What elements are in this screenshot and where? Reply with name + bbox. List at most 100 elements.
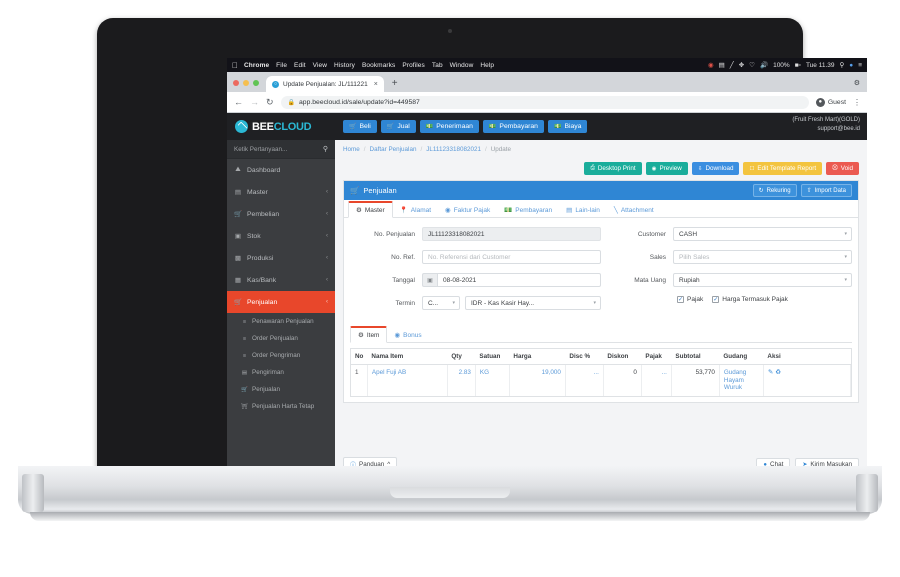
- field-tanggal: Tanggal ▣ 08-08-2021: [350, 273, 601, 287]
- tab-pembayaran-label: Pembayaran: [515, 206, 553, 214]
- termin-select[interactable]: C... ▾: [422, 296, 460, 310]
- address-bar[interactable]: 🔒 app.beecloud.id/sale/update?id=449587: [280, 95, 809, 109]
- harga-termasuk-pajak-checkbox[interactable]: ✓ Harga Termasuk Pajak: [712, 296, 788, 303]
- rekuring-button[interactable]: ↻ Rekuring: [752, 184, 797, 197]
- sidebar-subitem-penawaran-penjualan[interactable]: ≡ Penawaran Penjualan: [227, 313, 335, 330]
- cell-disc-persen[interactable]: ...: [565, 364, 604, 396]
- edit-template-report-button[interactable]: ☐ Edit Template Report: [743, 162, 823, 175]
- menu-item-history[interactable]: History: [334, 62, 355, 69]
- menu-item-view[interactable]: View: [313, 62, 327, 69]
- tab-attachment[interactable]: ╲ Attachment: [607, 203, 661, 217]
- customer-select[interactable]: CASH ▾: [673, 227, 852, 241]
- sidebar-search[interactable]: Ketik Pertanyaan... ⚲: [227, 140, 335, 159]
- tab-pembayaran[interactable]: 💵 Pembayaran: [497, 203, 559, 217]
- sidebar-item-kas-bank[interactable]: ▦ Kas/Bank ‹: [227, 269, 335, 291]
- cell-pajak[interactable]: ...: [641, 364, 672, 396]
- menu-item-chrome[interactable]: Chrome: [244, 62, 269, 69]
- breadcrumb-home[interactable]: Home: [343, 146, 360, 153]
- tab-alamat[interactable]: 📍 Alamat: [393, 203, 438, 217]
- menu-item-help[interactable]: Help: [480, 62, 494, 69]
- sidebar-item-master[interactable]: ▤ Master ‹: [227, 181, 335, 203]
- sidebar-item-stok[interactable]: ▣ Stok ‹: [227, 225, 335, 247]
- menu-item-tab[interactable]: Tab: [432, 62, 443, 69]
- settings-icon[interactable]: ⚙: [854, 79, 860, 87]
- topnav-beli-label: Beli: [359, 123, 371, 130]
- chevron-left-icon: ‹: [326, 299, 328, 305]
- preview-button[interactable]: ◉ Preview: [645, 162, 688, 175]
- breadcrumb-document[interactable]: JL11123318082021: [426, 146, 481, 153]
- void-button[interactable]: ⛒ Void: [826, 162, 859, 175]
- screen-icon[interactable]: ▤: [719, 61, 725, 69]
- tab-master[interactable]: ⚙ Master: [348, 201, 393, 218]
- pencil-icon[interactable]: ╱: [730, 61, 734, 69]
- close-window-button[interactable]: [233, 80, 239, 86]
- app-logo[interactable]: BEECLOUD: [235, 120, 343, 133]
- trash-icon[interactable]: ♻: [775, 369, 781, 376]
- minimize-window-button[interactable]: [243, 80, 249, 86]
- breadcrumb-daftar-penjualan[interactable]: Daftar Penjualan: [370, 146, 417, 153]
- download-button[interactable]: ⇩ Download: [691, 162, 740, 175]
- spotlight-search-icon[interactable]: ⚲: [840, 61, 845, 69]
- sales-select[interactable]: Pilih Sales ▾: [673, 250, 852, 264]
- arrow-right-icon[interactable]: →: [250, 97, 259, 107]
- menu-item-window[interactable]: Window: [450, 62, 474, 69]
- menu-item-profiles[interactable]: Profiles: [402, 62, 424, 69]
- control-center-icon[interactable]: ≡: [858, 62, 862, 69]
- sidebar-item-produksi[interactable]: ▩ Produksi ‹: [227, 247, 335, 269]
- arrow-left-icon[interactable]: ←: [234, 97, 243, 107]
- sidebar-subitem-order-pengriman[interactable]: ≡ Order Pengriman: [227, 347, 335, 364]
- kebab-menu-icon[interactable]: ⋮: [853, 98, 861, 107]
- sidebar-subitem-penjualan[interactable]: 🛒 Penjualan: [227, 381, 335, 398]
- plus-icon[interactable]: +: [392, 78, 398, 92]
- sidebar-item-dashboard[interactable]: ⛰ Dashboard: [227, 159, 335, 181]
- tab-lain-lain[interactable]: ▤ Lain-lain: [559, 203, 607, 217]
- tab-bonus[interactable]: ◉ Bonus: [387, 328, 428, 342]
- volume-icon[interactable]: 🔊: [760, 61, 768, 69]
- import-data-button[interactable]: ⇧ Import Data: [800, 184, 852, 197]
- account-icon[interactable]: ●: [849, 62, 853, 69]
- pajak-checkbox[interactable]: ✓ Pajak: [677, 296, 703, 303]
- desktop-print-button[interactable]: ⎙ Desktop Print: [584, 162, 642, 175]
- menu-item-bookmarks[interactable]: Bookmarks: [362, 62, 395, 69]
- record-icon[interactable]: ◉: [708, 61, 714, 69]
- cell-diskon[interactable]: 0: [603, 364, 642, 396]
- menu-item-edit[interactable]: Edit: [294, 62, 306, 69]
- calendar-icon[interactable]: ▣: [422, 273, 437, 287]
- tab-item[interactable]: ⚙ Item: [350, 326, 388, 343]
- topnav-biaya-button[interactable]: 💵 Biaya: [547, 120, 588, 133]
- cell-satuan[interactable]: KG: [475, 364, 510, 396]
- reload-icon[interactable]: ↻: [266, 97, 274, 108]
- close-icon[interactable]: ×: [374, 81, 378, 88]
- menu-item-file[interactable]: File: [276, 62, 287, 69]
- wifi-icon[interactable]: ♡: [749, 61, 755, 69]
- battery-icon[interactable]: ■▫: [795, 62, 801, 69]
- cell-qty[interactable]: 2.83: [447, 364, 476, 396]
- panel-tabs: ⚙ Master 📍 Alamat ◉ Faktur Pajak 💵 Pemba…: [344, 200, 858, 218]
- sidebar-item-penjualan[interactable]: 🛒 Penjualan ‹: [227, 291, 340, 313]
- pencil-icon[interactable]: ✎: [768, 369, 773, 376]
- bluetooth-icon[interactable]: ✥: [739, 61, 744, 69]
- table-row[interactable]: 1 Apel Fuji AB 2.83 KG 19,000 ... 0 ... …: [351, 364, 852, 396]
- apple-icon[interactable]: : [232, 61, 238, 70]
- termin-account-select[interactable]: IDR - Kas Kasir Hay... ▾: [465, 296, 601, 310]
- tab-faktur-pajak[interactable]: ◉ Faktur Pajak: [438, 203, 497, 217]
- sidebar-item-pembelian[interactable]: 🛒 Pembelian ‹: [227, 203, 335, 225]
- mata-uang-select[interactable]: Rupiah ▾: [673, 273, 852, 287]
- topnav-penerimaan-button[interactable]: 💵 Penerimaan: [419, 120, 479, 133]
- sidebar-subitem-penjualan-harta-tetap[interactable]: ⛩ Penjualan Harta Tetap: [227, 398, 335, 415]
- browser-tab[interactable]: ○ Update Penjualan: JL/111221 ×: [266, 76, 384, 92]
- cell-gudang[interactable]: Gudang Hayam Wuruk: [719, 364, 764, 396]
- maximize-window-button[interactable]: [253, 80, 259, 86]
- no-ref-input[interactable]: No. Referensi dari Customer: [422, 250, 601, 264]
- cell-nama-item[interactable]: Apel Fuji AB: [367, 364, 448, 396]
- topnav-beli-button[interactable]: 🛒 Beli: [343, 120, 377, 133]
- topnav-pembayaran-button[interactable]: 💵 Pembayaran: [482, 120, 544, 133]
- tanggal-input[interactable]: 08-08-2021: [437, 273, 601, 287]
- profile-button[interactable]: ● Guest: [815, 97, 846, 107]
- no-penjualan-input[interactable]: JL11123318082021: [422, 227, 601, 241]
- topnav-jual-button[interactable]: 🛒 Jual: [380, 120, 416, 133]
- search-icon[interactable]: ⚲: [323, 145, 328, 153]
- sidebar-subitem-order-penjualan[interactable]: ≡ Order Penjualan: [227, 330, 335, 347]
- cell-harga[interactable]: 19,000: [509, 364, 566, 396]
- sidebar-subitem-pengiriman[interactable]: ▤ Pengiriman: [227, 364, 335, 381]
